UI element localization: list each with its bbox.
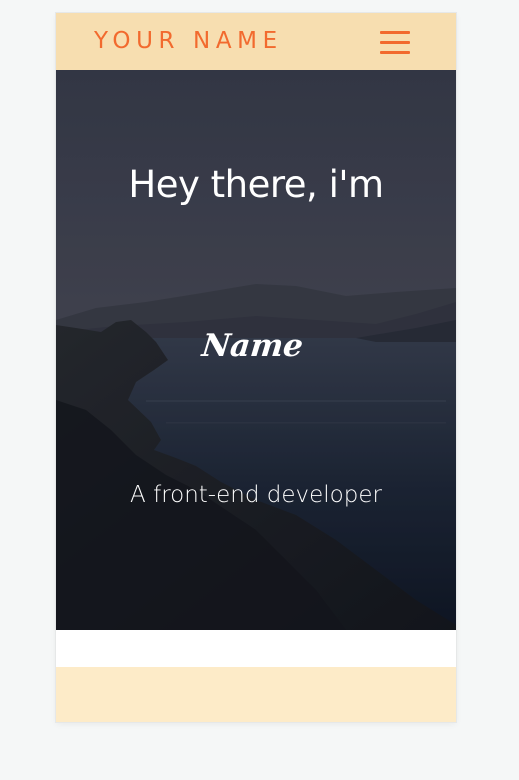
brand-logo[interactable]: YOUR NAME	[94, 27, 283, 55]
hero-role: A front-end developer	[130, 482, 382, 508]
menu-button[interactable]	[378, 29, 412, 55]
navbar: YOUR NAME	[56, 13, 456, 70]
hero-name: Name	[200, 328, 305, 364]
hero-section: Hey there, i'm Name A front-end develope…	[56, 70, 456, 630]
page-frame: YOUR NAME Hey there, i'm Name A front-en…	[56, 13, 456, 722]
content-spacer	[56, 630, 456, 667]
hero-greeting: Hey there, i'm	[128, 163, 384, 206]
footer-band	[56, 667, 456, 722]
